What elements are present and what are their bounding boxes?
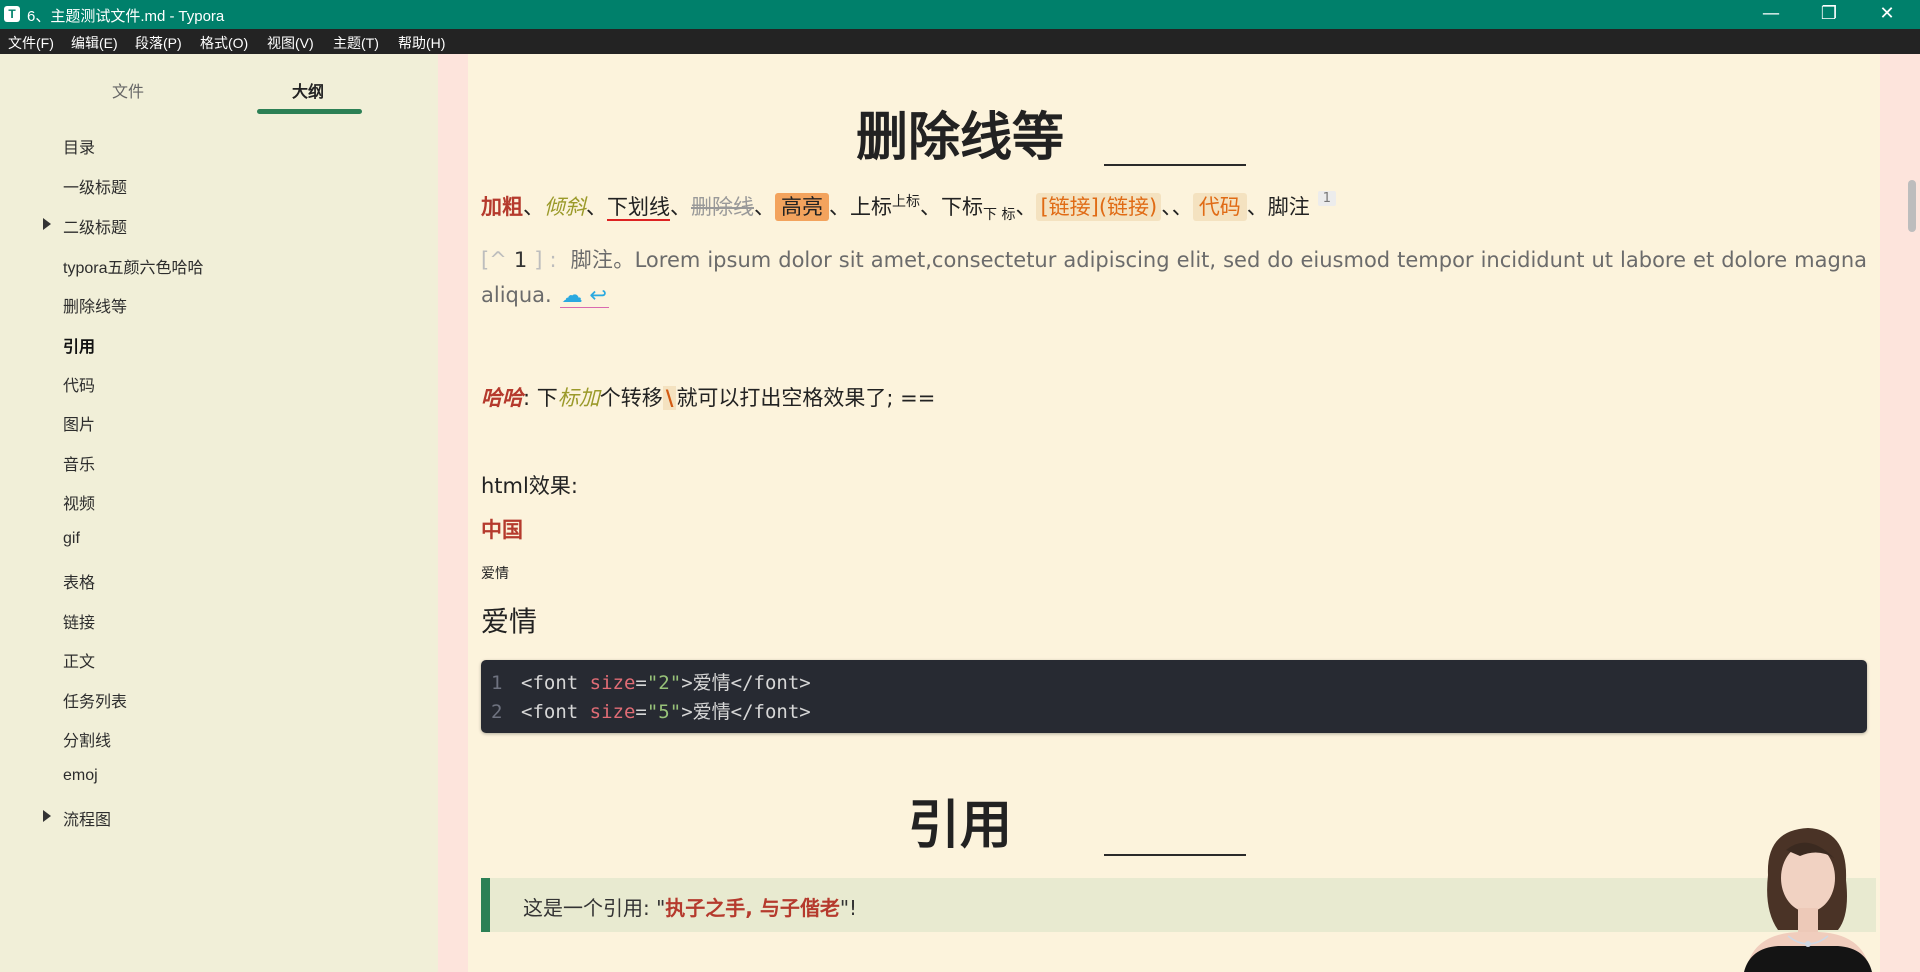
code-block[interactable]: 1 <font size="2">爱情</font> 2 <font size="5… xyxy=(481,660,1867,733)
subscript-text: 下 标 xyxy=(983,207,1016,224)
footnote-number: 1 xyxy=(513,248,528,272)
code-line: 1 <font size="2">爱情</font> xyxy=(491,668,811,695)
footnote-reference[interactable]: 1 xyxy=(1317,191,1337,206)
code-eq: = xyxy=(635,672,647,694)
separator: 、 xyxy=(1015,195,1037,219)
strikethrough-text: 删除线 xyxy=(691,195,754,219)
heading-underline xyxy=(1104,164,1246,166)
separator: 、下标 xyxy=(920,195,983,219)
haha-colon: : 下 xyxy=(523,386,558,410)
menu-theme[interactable]: 主题(T) xyxy=(333,33,379,53)
title-bar: T 6、主题测试文件.md - Typora — ❐ ✕ xyxy=(0,0,1920,29)
menu-format[interactable]: 格式(O) xyxy=(200,33,248,53)
code-value: "2" xyxy=(646,672,682,694)
outline-item-video[interactable]: 视频 xyxy=(63,490,95,514)
footnote-definition: [^ 1 ] : 脚注。Lorem ipsum dolor sit amet,c… xyxy=(481,243,1867,313)
haha-mid: 个转移 xyxy=(599,386,663,410)
code-tag: <font xyxy=(521,672,590,694)
haha-italic: 标加 xyxy=(557,386,600,410)
separator: 、脚注 xyxy=(1246,195,1310,219)
escape-slash: \ xyxy=(662,386,677,410)
link-text[interactable]: [链接](链接) xyxy=(1036,193,1162,221)
outline-item-code[interactable]: 代码 xyxy=(63,372,95,396)
menu-edit[interactable]: 编辑(E) xyxy=(71,33,118,53)
menu-bar: 文件(F) 编辑(E) 段落(P) 格式(O) 视图(V) 主题(T) 帮助(H… xyxy=(0,29,1920,54)
quote-bold: 执子之手, 与子偕老 xyxy=(665,896,840,920)
heading-underline xyxy=(1104,854,1246,856)
typora-app-icon: T xyxy=(4,6,20,22)
scrollbar-thumb[interactable] xyxy=(1908,180,1916,232)
code-attr: size xyxy=(589,701,636,723)
underline-text: 下划线 xyxy=(607,195,670,221)
blockquote: 这是一个引用: "执子之手, 与子偕老"! xyxy=(481,878,1876,932)
portrait-avatar-icon xyxy=(1744,828,1872,972)
line-number: 1 xyxy=(491,672,503,694)
window-title: 6、主题测试文件.md - Typora xyxy=(27,8,225,25)
outline-item-strikethrough[interactable]: 删除线等 xyxy=(63,293,127,317)
love-small-text: 爱情 xyxy=(481,566,509,582)
highlight-text: 高亮 xyxy=(775,193,829,221)
outline-item-h2[interactable]: 二级标题 xyxy=(63,214,127,238)
minimize-icon[interactable]: — xyxy=(1742,0,1800,29)
separator: 、 xyxy=(670,195,691,219)
outline-item-music[interactable]: 音乐 xyxy=(63,451,95,475)
outline-item-table[interactable]: 表格 xyxy=(63,569,95,593)
separator: 、 xyxy=(586,195,607,219)
menu-help[interactable]: 帮助(H) xyxy=(398,33,445,53)
quote-text: 这是一个引用: "执子之手, 与子偕老"! xyxy=(523,892,857,921)
outline-item-link[interactable]: 链接 xyxy=(63,609,95,633)
code-tag: <font xyxy=(521,701,590,723)
separator: 、上标 xyxy=(829,195,892,219)
code-eq: = xyxy=(635,701,647,723)
close-icon[interactable]: ✕ xyxy=(1858,0,1916,29)
code-line: 2 <font size="5">爱情</font> xyxy=(491,697,811,724)
inline-format-row: 加粗、倾斜、下划线、删除线、 高亮 、上标上标、下标下 标、 [链接](链接)、、 代码… xyxy=(481,191,1337,224)
outline-item-divider[interactable]: 分割线 xyxy=(63,727,111,751)
code-attr: size xyxy=(589,672,636,694)
outline-item-tasklist[interactable]: 任务列表 xyxy=(63,688,127,712)
haha-bold: 哈哈 xyxy=(481,386,523,410)
inline-code: 代码 xyxy=(1192,193,1247,221)
outline-item-gif[interactable]: gif xyxy=(63,530,80,548)
separator: 、 xyxy=(523,195,544,219)
footnote-text: 脚注。Lorem ipsum dolor sit amet,consectetu… xyxy=(481,248,1868,307)
footnote-close-mark: ] : xyxy=(534,248,557,272)
expand-caret-icon[interactable] xyxy=(43,218,51,230)
superscript-text: 上标 xyxy=(892,194,920,210)
html-effect-label: html效果: xyxy=(481,474,578,498)
separator: 、 xyxy=(754,195,775,219)
code-value: "5" xyxy=(646,701,682,723)
menu-paragraph[interactable]: 段落(P) xyxy=(135,33,182,53)
love-large-text: 爱情 xyxy=(481,605,538,638)
haha-rest: 就可以打出空格效果了; == xyxy=(676,386,936,410)
quote-pre: 这是一个引用: " xyxy=(523,896,666,920)
heading-quote: 引用 xyxy=(907,796,1012,856)
separator: 、、 xyxy=(1161,195,1193,219)
footnote-open-mark: [^ xyxy=(481,248,507,272)
code-after: >爱情</font> xyxy=(681,701,811,723)
quote-post: "! xyxy=(839,896,858,920)
menu-view[interactable]: 视图(V) xyxy=(267,33,314,53)
line-number: 2 xyxy=(491,701,503,723)
outline-item-body[interactable]: 正文 xyxy=(63,648,95,672)
outline-item-h1[interactable]: 一级标题 xyxy=(63,174,127,198)
cloud-return-icon[interactable]: ☁ ↩ xyxy=(559,283,610,308)
outline-item-typora-colors[interactable]: typora五颜六色哈哈 xyxy=(63,254,203,278)
menu-file[interactable]: 文件(F) xyxy=(8,33,54,53)
restore-icon[interactable]: ❐ xyxy=(1800,0,1858,29)
haha-row: 哈哈: 下标加个转移 \ 就可以打出空格效果了; == xyxy=(481,382,935,412)
china-text: 中国 xyxy=(481,518,523,542)
outline-item-image[interactable]: 图片 xyxy=(63,411,95,435)
italic-text: 倾斜 xyxy=(544,195,586,219)
code-after: >爱情</font> xyxy=(681,672,811,694)
heading-strikethrough: 删除线等 xyxy=(855,108,1064,168)
outline-item-quote[interactable]: 引用 xyxy=(63,333,95,357)
bold-text: 加粗 xyxy=(481,195,523,219)
